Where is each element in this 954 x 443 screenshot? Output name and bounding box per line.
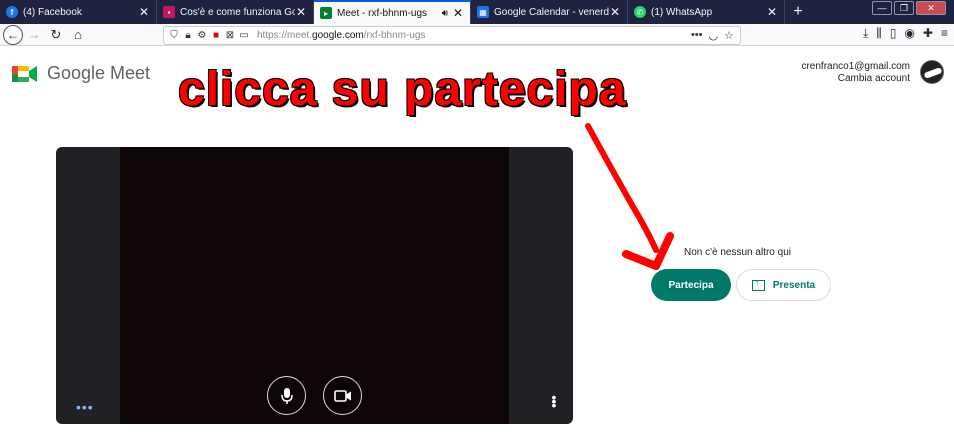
camera-sharing-icon[interactable]: ■ [209,30,223,41]
maximize-icon[interactable]: ❐ [894,1,914,15]
camera-feed [120,147,509,424]
account-icon[interactable]: ◉ [904,26,914,41]
address-bar[interactable]: ⛉ 🔒︎ ⚙ ■ ⊠ ▭ https://meet.google.com/rxf… [163,26,741,45]
window-close-icon[interactable]: ✕ [916,1,946,15]
window-controls: — ❐ ✕ [872,1,946,15]
pocket-icon[interactable]: ◡ [709,29,719,42]
account-info: crenfranco1@gmail.com Cambia account [801,61,910,85]
video-preview: ••• • • • [56,147,573,424]
reload-icon[interactable]: ↻ [45,25,67,45]
tab-article[interactable]: ▪ Cos'è e come funziona Google ✕ [157,0,314,24]
effects-dots-icon[interactable]: ••• [76,399,94,415]
back-arrow-icon[interactable]: ← [3,24,23,45]
camera-button[interactable] [323,376,362,415]
more-actions-icon[interactable]: ••• [691,29,703,42]
close-tab-icon[interactable]: ✕ [452,6,464,20]
meet-logo-icon [12,64,38,84]
no-one-here-text: Non c'è nessun altro qui [684,247,791,258]
shield-icon[interactable]: ⛉ [167,30,181,41]
present-screen-icon [751,277,765,291]
permissions-icon[interactable]: ⚙ [195,30,209,41]
tab-title: (4) Facebook [23,6,82,18]
tab-calendar[interactable]: ▦ Google Calendar - venerdì, 25 ✕ [471,0,628,24]
instruction-annotation: clicca su partecipa [178,63,627,116]
present-button[interactable]: Presenta [736,269,831,301]
extensions-icon[interactable]: ✚ [923,26,933,41]
sidebar-icon[interactable]: ▯ [890,26,897,41]
more-options-icon[interactable]: • • • [551,390,557,412]
menu-icon[interactable]: ≡ [941,26,948,41]
tab-title: Google Calendar - venerdì, 25 [494,6,609,18]
microphone-icon [280,387,293,404]
meet-icon: ▸ [320,7,332,19]
download-icon[interactable]: ⤓ [863,26,868,41]
whatsapp-icon: ✆ [634,6,646,18]
new-tab-icon[interactable]: + [785,0,811,24]
close-tab-icon[interactable]: ✕ [766,5,778,19]
avatar[interactable] [920,60,944,84]
switch-account-link[interactable]: Cambia account [801,73,910,85]
google-meet-logo[interactable]: Google Meet [12,63,150,84]
calendar-icon: ▦ [477,6,489,18]
url-text: https://meet.google.com/rxf-bhnm-ugs [257,30,426,41]
tab-bar: f (4) Facebook ✕ ▪ Cos'è e come funziona… [0,0,954,24]
notification-icon[interactable]: ▭ [237,30,251,41]
close-tab-icon[interactable]: ✕ [295,5,307,19]
tab-title: Cos'è e come funziona Google [180,6,295,18]
navigation-bar: ← → ↻ ⌂ ⛉ 🔒︎ ⚙ ■ ⊠ ▭ https://meet.google… [0,24,954,46]
toolbar-right: ⤓ ⫼ ▯ ◉ ✚ ≡ [863,26,948,41]
lock-icon[interactable]: 🔒︎ [181,30,195,41]
bookmark-star-icon[interactable]: ☆ [724,29,734,42]
website-icon: ▪ [163,6,175,18]
close-tab-icon[interactable]: ✕ [138,5,150,19]
tab-meet[interactable]: ▸ Meet - rxf-bhnm-ugs 🔊︎ ✕ [314,0,471,24]
tab-whatsapp[interactable]: ✆ (1) WhatsApp ✕ [628,0,785,24]
library-icon[interactable]: ⫼ [876,26,882,41]
present-label: Presenta [772,279,816,291]
tab-title: (1) WhatsApp [651,6,713,18]
account-email: crenfranco1@gmail.com [801,61,910,72]
minimize-icon[interactable]: — [872,1,892,15]
join-button[interactable]: Partecipa [651,269,731,301]
tab-facebook[interactable]: f (4) Facebook ✕ [0,0,157,24]
microphone-button[interactable] [267,376,306,415]
tab-title: Meet - rxf-bhnm-ugs [337,7,428,19]
speaker-icon[interactable]: 🔊︎ [442,8,448,19]
address-bar-actions: ••• ◡ ☆ [691,29,734,42]
home-icon[interactable]: ⌂ [67,25,89,45]
close-tab-icon[interactable]: ✕ [609,5,621,19]
blocked-popup-icon[interactable]: ⊠ [223,30,237,41]
forward-arrow-icon[interactable]: → [23,25,45,45]
video-camera-icon [333,389,351,402]
facebook-icon: f [6,6,18,18]
logo-text: Google Meet [47,63,151,83]
